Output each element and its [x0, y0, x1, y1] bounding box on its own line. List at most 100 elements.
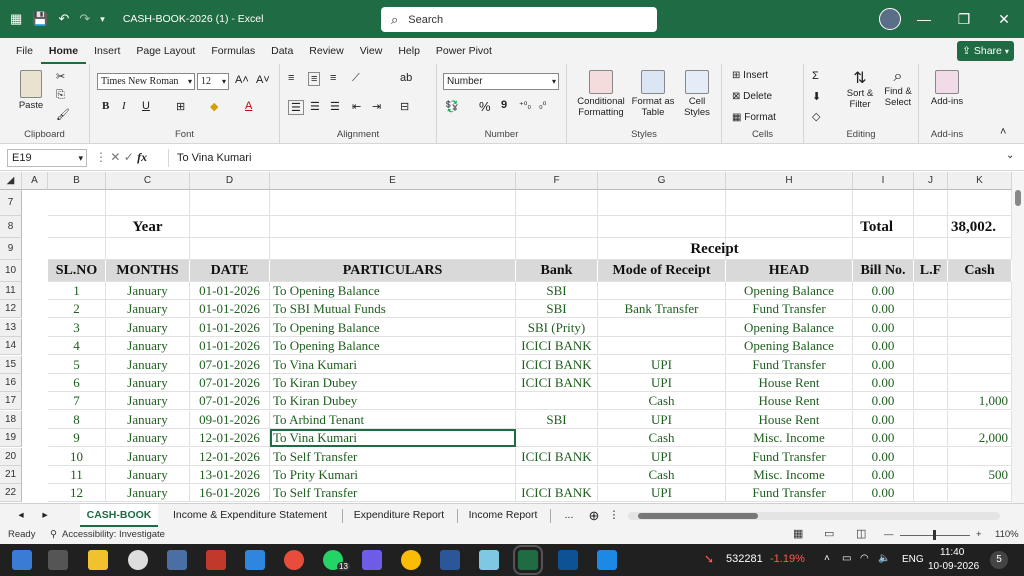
cell-head[interactable]: Opening Balance [726, 337, 853, 355]
tab-file[interactable]: File [8, 38, 41, 64]
chatgpt-icon[interactable] [128, 550, 148, 570]
chevron-up-icon[interactable]: ˄ [824, 553, 830, 564]
tab-power-pivot[interactable]: Power Pivot [428, 38, 500, 64]
horizontal-scrollbar[interactable] [628, 512, 1000, 520]
tab-help[interactable]: Help [390, 38, 428, 64]
cell-particulars[interactable]: To Opening Balance [270, 282, 516, 300]
stock-value[interactable]: 532281 [726, 553, 763, 565]
battery-icon[interactable]: ▭ [842, 553, 851, 564]
cell-mode[interactable]: Cash [598, 466, 726, 484]
cell-styles-button[interactable]: Cell Styles [677, 70, 717, 118]
cell[interactable] [106, 190, 190, 216]
column-header-a[interactable]: A [22, 172, 48, 190]
cancel-icon[interactable]: ✕ [110, 150, 123, 164]
cell[interactable] [914, 392, 948, 410]
cell-sl[interactable]: 4 [48, 337, 106, 355]
cell[interactable] [948, 190, 1012, 216]
cell-mode[interactable]: Cash [598, 429, 726, 447]
cell-month[interactable]: January [106, 282, 190, 300]
row-header-14[interactable]: 14 [0, 337, 22, 355]
column-header-i[interactable]: I [853, 172, 914, 190]
cell-month[interactable]: January [106, 319, 190, 337]
orientation-icon[interactable]: ⟋ [352, 72, 360, 85]
row-header-9[interactable]: 9 [0, 238, 22, 260]
cell-bank[interactable]: ICICI BANK [516, 448, 598, 466]
page-break-view-icon[interactable]: ◫ [856, 527, 866, 540]
cell-mode[interactable]: UPI [598, 484, 726, 502]
cell-date[interactable]: 07-01-2026 [190, 392, 270, 410]
cell-month[interactable]: January [106, 374, 190, 392]
cell-particulars[interactable]: To Kiran Dubey [270, 374, 516, 392]
cell-cash[interactable]: 2,000 [948, 429, 1012, 447]
customize-qat-icon[interactable]: ▾ [100, 14, 105, 25]
decrease-decimal-icon[interactable]: ₀⁰ [539, 100, 546, 111]
cell-head[interactable]: Fund Transfer [726, 448, 853, 466]
align-right-icon[interactable]: ☰ [330, 100, 340, 113]
conditional-formatting-button[interactable]: Conditional Formatting [573, 70, 629, 118]
cell[interactable] [598, 337, 726, 355]
vertical-scrollbar[interactable] [1012, 172, 1024, 503]
more-options-icon[interactable]: ⋮ [608, 504, 620, 527]
cell[interactable] [106, 238, 190, 260]
cell-date[interactable]: 01-01-2026 [190, 300, 270, 318]
cell-month[interactable]: January [106, 392, 190, 410]
cell[interactable] [948, 282, 1012, 300]
column-header-d[interactable]: D [190, 172, 270, 190]
cell[interactable] [948, 484, 1012, 502]
accounting-format-icon[interactable]: 💱 [445, 100, 459, 113]
cell-mode[interactable]: UPI [598, 411, 726, 429]
underline-button[interactable]: U [142, 100, 150, 112]
task-view-icon[interactable] [48, 550, 68, 570]
autosum-icon[interactable]: Σ [812, 70, 819, 82]
clock-date[interactable]: 10-09-2026 [928, 561, 979, 572]
cell-head[interactable]: House Rent [726, 392, 853, 410]
fill-color-icon[interactable]: ◆ [210, 100, 218, 113]
comma-style-button[interactable]: 9 [501, 99, 507, 111]
cell[interactable] [948, 319, 1012, 337]
excel-taskbar-icon[interactable] [513, 545, 543, 575]
cell-month[interactable]: January [106, 411, 190, 429]
app-icon[interactable] [284, 550, 304, 570]
collapse-ribbon-icon[interactable]: ˄ [1000, 126, 1006, 138]
font-name-select[interactable]: Times New Roman ▾ [97, 73, 195, 90]
cell[interactable] [270, 238, 516, 260]
cell-bank[interactable]: ICICI BANK [516, 484, 598, 502]
next-sheet-icon[interactable]: ▸ [38, 504, 52, 527]
cell-bill[interactable]: 0.00 [853, 448, 914, 466]
cell-date[interactable]: 09-01-2026 [190, 411, 270, 429]
cell-date[interactable]: 07-01-2026 [190, 374, 270, 392]
cell[interactable] [914, 319, 948, 337]
calculator-icon[interactable] [167, 550, 187, 570]
cell[interactable] [948, 300, 1012, 318]
clear-icon[interactable]: ◇ [812, 110, 820, 123]
cell[interactable] [914, 466, 948, 484]
zoom-level[interactable]: 110% [995, 529, 1019, 540]
cell-month[interactable]: January [106, 429, 190, 447]
cell-sl[interactable]: 7 [48, 392, 106, 410]
cut-icon[interactable]: ✂ [56, 70, 65, 83]
cell[interactable] [948, 238, 1012, 260]
addins-button[interactable]: Add-ins [925, 70, 969, 107]
cell-bill[interactable]: 0.00 [853, 300, 914, 318]
cell[interactable] [914, 411, 948, 429]
row-header-18[interactable]: 18 [0, 411, 22, 429]
increase-font-icon[interactable]: A˄ [235, 74, 249, 86]
wrap-text-icon[interactable]: ab [400, 72, 412, 84]
row-header-20[interactable]: 20 [0, 448, 22, 466]
row-header-12[interactable]: 12 [0, 300, 22, 318]
row-header-17[interactable]: 17 [0, 392, 22, 410]
search-input[interactable]: ⌕ Search [381, 7, 657, 32]
cell-head[interactable]: Fund Transfer [726, 484, 853, 502]
merge-center-icon[interactable]: ⊟ [400, 100, 409, 113]
cell-date[interactable]: 12-01-2026 [190, 429, 270, 447]
app-icon[interactable] [245, 550, 265, 570]
cell[interactable] [516, 216, 598, 238]
increase-decimal-icon[interactable]: ⁺⁰₀ [519, 100, 531, 111]
column-header-c[interactable]: C [106, 172, 190, 190]
cell-head[interactable]: Opening Balance [726, 319, 853, 337]
format-painter-icon[interactable]: 🖌 [56, 108, 70, 121]
cell[interactable] [948, 337, 1012, 355]
cell[interactable] [48, 238, 106, 260]
word-icon[interactable] [440, 550, 460, 570]
notification-badge[interactable]: 5 [990, 551, 1008, 569]
